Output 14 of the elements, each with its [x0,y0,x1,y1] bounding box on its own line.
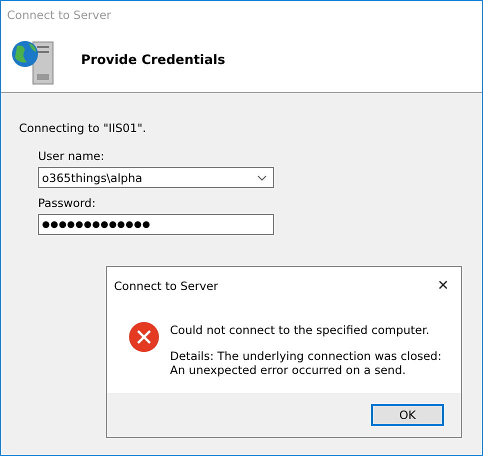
window-title: Connect to Server [7,8,112,22]
password-field[interactable]: ●●●●●●●●●●●●● [38,214,274,235]
close-button[interactable]: ✕ [437,278,449,294]
connecting-text: Connecting to "IIS01". [19,121,148,135]
dialog-title: Connect to Server [114,279,218,293]
header-title: Provide Credentials [81,53,226,68]
user-name-label: User name: [38,149,106,163]
chevron-down-icon [257,174,267,180]
user-name-combobox[interactable]: o365things\alpha [38,167,274,188]
error-details: Details: The underlying connection was closed: An unexpected error occurred on a send. [170,349,442,377]
ok-button[interactable]: OK [371,404,444,426]
error-icon [128,321,160,353]
password-label: Password: [38,196,97,210]
error-message: Could not connect to the specified computer. [170,323,430,337]
